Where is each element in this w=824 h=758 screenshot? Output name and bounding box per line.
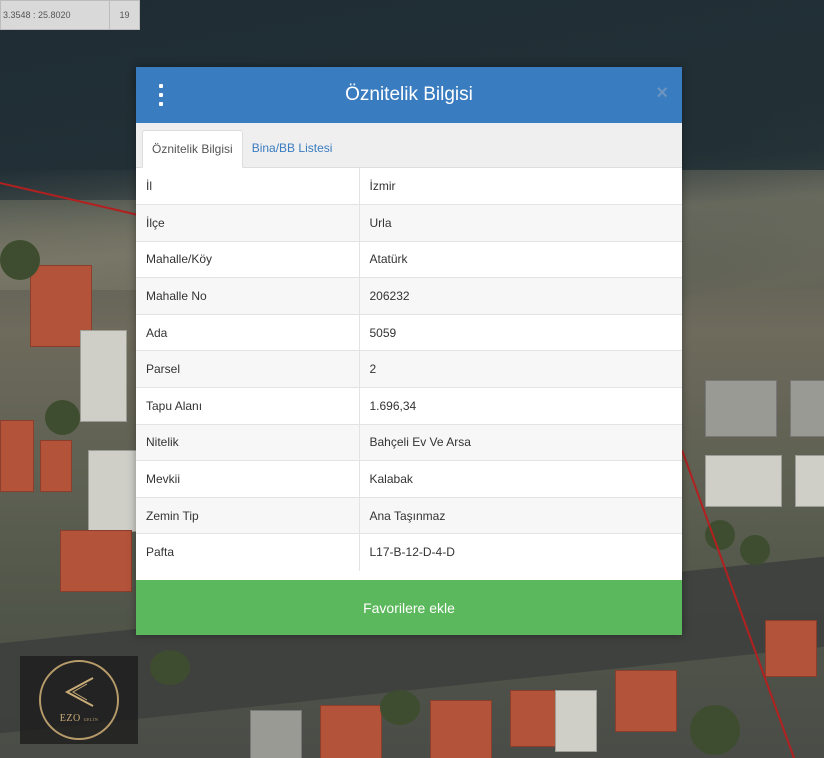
logo-text: EZO GELİN	[59, 713, 99, 724]
attribute-value: Kalabak	[359, 460, 682, 498]
table-row: Zemin Tip Ana Taşınmaz	[136, 496, 682, 534]
map-building	[320, 705, 382, 758]
attribute-value: Bahçeli Ev Ve Arsa	[359, 423, 682, 461]
map-tree	[150, 650, 190, 685]
modal-header: Öznitelik Bilgisi ×	[136, 67, 682, 123]
map-building	[60, 530, 132, 592]
attribute-key: Mahalle/Köy	[136, 240, 360, 278]
table-row: İlçe Urla	[136, 204, 682, 242]
attribute-value: 206232	[359, 277, 682, 315]
attribute-value: 2	[359, 350, 682, 388]
map-tree	[380, 690, 420, 725]
attribute-value: Urla	[359, 204, 682, 242]
modal-title: Öznitelik Bilgisi	[345, 84, 473, 105]
table-row: Mahalle No 206232	[136, 277, 682, 315]
attribute-key: Ada	[136, 313, 360, 351]
map-building	[615, 670, 677, 732]
map-building	[705, 455, 782, 507]
map-tree	[740, 535, 770, 565]
table-row: Tapu Alanı 1.696,34	[136, 387, 682, 425]
coordinate-readout: 3.3548 : 25.8020	[1, 1, 110, 29]
table-row: İl İzmir	[136, 168, 682, 205]
attribute-key: Parsel	[136, 350, 360, 388]
attribute-key: Pafta	[136, 533, 360, 571]
table-row: Parsel 2	[136, 350, 682, 388]
map-building	[705, 380, 777, 437]
attribute-key: Nitelik	[136, 423, 360, 461]
map-building	[88, 450, 138, 532]
table-row: Nitelik Bahçeli Ev Ve Arsa	[136, 423, 682, 461]
map-tree	[690, 705, 740, 755]
tab-building-list[interactable]: Bina/BB Listesi	[243, 129, 342, 167]
table-row: Mahalle/Köy Atatürk	[136, 240, 682, 278]
attribute-key: İl	[136, 168, 360, 205]
table-row: Mevkii Kalabak	[136, 460, 682, 498]
map-building	[0, 420, 34, 492]
attribute-value: 1.696,34	[359, 387, 682, 425]
map-building	[510, 690, 557, 747]
attribute-info-modal: Öznitelik Bilgisi × Öznitelik Bilgisi Bi…	[136, 67, 682, 635]
attribute-value: Ana Taşınmaz	[359, 496, 682, 534]
attribute-value: 5059	[359, 313, 682, 351]
map-tree	[45, 400, 80, 435]
vertical-dots-icon[interactable]	[156, 84, 166, 106]
map-coordinate-display: 3.3548 : 25.8020 19	[0, 0, 140, 30]
attribute-table: İl İzmir İlçe Urla Mahalle/Köy Atatürk Mahalle…	[136, 168, 682, 571]
map-building	[80, 330, 127, 422]
close-icon[interactable]: ×	[656, 83, 668, 103]
attribute-key: Mahalle No	[136, 277, 360, 315]
map-building	[430, 700, 492, 758]
attribute-value: İzmir	[369, 179, 396, 194]
logo-ring: EZO GELİN	[39, 660, 119, 740]
attribute-key: Mevkii	[136, 460, 360, 498]
map-building	[795, 455, 824, 507]
map-building	[250, 710, 302, 758]
attribute-key: Tapu Alanı	[136, 387, 360, 425]
attribute-value: L17-B-12-D-4-D	[359, 533, 682, 571]
attribute-key: Zemin Tip	[136, 496, 360, 534]
watermark-logo: EZO GELİN	[20, 656, 138, 744]
map-building	[765, 620, 817, 677]
zoom-level: 19	[119, 10, 130, 20]
attribute-key: İlçe	[136, 204, 360, 242]
map-building	[555, 690, 597, 752]
table-row: Ada 5059	[136, 313, 682, 351]
table-row: Pafta L17-B-12-D-4-D	[136, 533, 682, 571]
map-building	[40, 440, 72, 492]
logo-chevron-icon	[64, 677, 94, 707]
map-tree	[0, 240, 40, 280]
tab-bar: Öznitelik Bilgisi Bina/BB Listesi	[136, 123, 682, 168]
map-building	[790, 380, 824, 437]
attribute-value: Atatürk	[359, 240, 682, 278]
add-to-favorites-button[interactable]: Favorilere ekle	[136, 580, 682, 635]
tab-attribute-info[interactable]: Öznitelik Bilgisi	[142, 130, 243, 168]
